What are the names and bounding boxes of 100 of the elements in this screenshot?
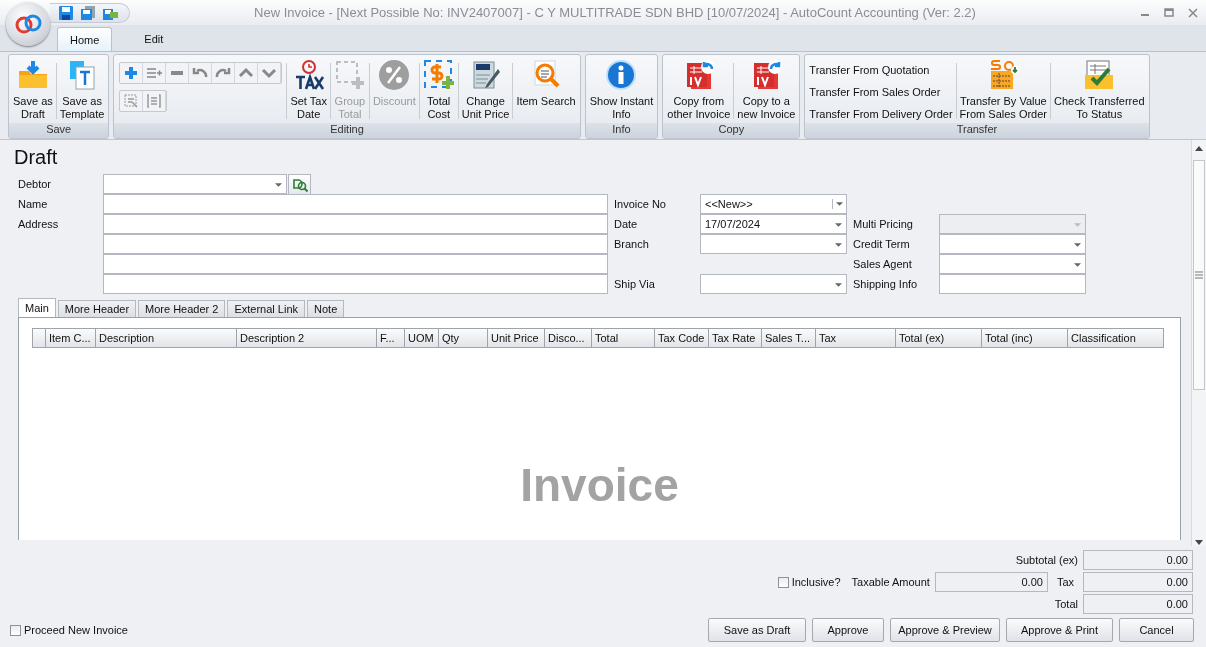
column-header[interactable]: Total (ex) (896, 328, 982, 348)
dropdown-field[interactable] (103, 174, 287, 194)
text-field[interactable] (103, 254, 608, 274)
column-header[interactable]: Qty (439, 328, 488, 348)
ribbon-button[interactable]: Transfer From Delivery Order (807, 104, 955, 123)
ribbon-button[interactable]: Save as Template (57, 57, 107, 123)
total-label: Total (1054, 598, 1078, 610)
caret-icon (835, 223, 842, 227)
amount-field: 0.00 (1083, 594, 1193, 614)
caret-icon (1074, 263, 1081, 267)
ribbon-button[interactable]: Transfer From Sales Order (807, 82, 955, 101)
field-label: Shipping Info (853, 277, 919, 292)
amount-field: 0.00 (1083, 572, 1193, 592)
ribbon-tab[interactable]: Home (57, 27, 113, 51)
grip-icon (1195, 271, 1203, 279)
column-header[interactable]: Classification (1068, 328, 1164, 348)
app-logo-icon[interactable] (6, 2, 50, 46)
maximize-icon[interactable] (1164, 7, 1174, 18)
dropdown-field[interactable] (700, 274, 847, 294)
tab[interactable]: More Header (57, 300, 137, 317)
ribbon-button[interactable]: Transfer By Value From Sales Order (957, 57, 1049, 123)
caret-icon (835, 243, 842, 247)
field-label: Date (614, 217, 639, 232)
dropdown-field[interactable] (700, 234, 847, 254)
column-header[interactable]: Tax (816, 328, 896, 348)
percent-icon (378, 59, 411, 91)
text-field[interactable] (103, 234, 608, 254)
save-icon[interactable] (58, 4, 74, 21)
scroll-down-icon[interactable] (1195, 540, 1203, 545)
ribbon-button[interactable]: Transfer From Quotation (807, 60, 955, 79)
field-label: Credit Term (853, 237, 911, 252)
amount-field: 0.00 (1083, 550, 1193, 570)
text-field[interactable] (939, 274, 1086, 294)
close-icon[interactable] (1188, 7, 1198, 18)
tab[interactable]: External Link (227, 300, 305, 317)
column-header[interactable]: Total (592, 328, 655, 348)
lookup-button[interactable] (288, 174, 311, 195)
scroll-up-icon[interactable] (1195, 146, 1203, 151)
window-title: New Invoice - [Next Possible No: INV2407007] - C Y MULTITRADE SDN BHD [10/07/2024] - AutoCount Accounting (Ver: 2.2) (253, 5, 977, 20)
amount-field: 0.00 (934, 572, 1048, 592)
caret-icon (1074, 223, 1081, 227)
action-button[interactable]: Approve & Print (1006, 618, 1113, 642)
ribbon-button[interactable]: Set Tax Date (288, 57, 329, 123)
proceed-checkbox[interactable]: Proceed New Invoice (10, 624, 128, 636)
dropdown-field[interactable]: <<New>> (700, 194, 847, 214)
dashed-box-plus-icon (333, 59, 366, 91)
tab[interactable]: More Header 2 (138, 300, 226, 317)
row-indicator-header (32, 328, 46, 348)
tab[interactable]: Main (18, 298, 56, 317)
total-label: Subtotal (ex) (1015, 554, 1078, 566)
column-header[interactable]: Sales T... (762, 328, 816, 348)
text-field[interactable] (103, 214, 608, 234)
field-label: Ship Via (614, 277, 656, 292)
grid-empty-text: Invoice (519, 458, 680, 512)
field-label: Address (18, 217, 60, 232)
column-header[interactable]: Description 2 (237, 328, 377, 348)
column-header[interactable]: UOM (405, 328, 439, 348)
ribbon-button[interactable]: Copy from other Invoice (665, 57, 733, 123)
caret-icon (832, 199, 846, 209)
ribbon-button[interactable]: Copy to a new Invoice (735, 57, 798, 123)
text-field[interactable] (103, 194, 608, 214)
column-header[interactable]: Tax Code (655, 328, 709, 348)
dropdown-field[interactable]: 17/07/2024 (700, 214, 847, 234)
action-button[interactable]: Save as Draft (708, 618, 806, 642)
field-label: Multi Pricing (853, 217, 914, 232)
ribbon-button[interactable]: Check Transferred To Status (1052, 57, 1147, 123)
column-header[interactable]: Disco... (545, 328, 592, 348)
tab[interactable]: Note (307, 300, 345, 317)
action-button[interactable]: Approve (812, 618, 884, 642)
group-label: Save (9, 123, 109, 138)
ribbon-button[interactable]: Save as Draft (11, 57, 55, 123)
info-icon (605, 59, 638, 91)
ribbon-tab[interactable]: Edit (132, 27, 176, 51)
column-header[interactable]: Total (inc) (982, 328, 1068, 348)
scroll-thumb[interactable] (1193, 160, 1205, 390)
action-button[interactable]: Approve & Preview (890, 618, 1000, 642)
ribbon-button[interactable]: Item Search (514, 57, 578, 123)
text-field[interactable] (103, 274, 608, 294)
dropdown-field[interactable] (939, 234, 1086, 254)
column-header[interactable]: Description (96, 328, 237, 348)
dropdown-field[interactable] (939, 254, 1086, 274)
action-button[interactable]: Cancel (1119, 618, 1194, 642)
inclusive-checkbox[interactable]: Inclusive? (777, 576, 841, 588)
column-header[interactable]: F... (377, 328, 405, 348)
caret-icon (835, 283, 842, 287)
field-label: Debtor (18, 177, 53, 192)
column-header[interactable]: Item C... (46, 328, 96, 348)
ribbon-button[interactable]: Total Cost (420, 57, 457, 123)
folder-check-icon (1083, 59, 1116, 91)
field-label: Name (18, 197, 49, 212)
save-copy-icon[interactable] (80, 4, 96, 21)
ribbon-button[interactable]: Change Unit Price (459, 57, 512, 123)
column-header[interactable]: Tax Rate (709, 328, 762, 348)
group-label: Transfer (805, 123, 1149, 138)
group-label: Editing (114, 123, 580, 138)
vertical-scrollbar[interactable] (1191, 140, 1206, 546)
ribbon-button[interactable]: Show Instant Info (587, 57, 656, 123)
total-label: Taxable Amount (851, 576, 930, 588)
column-header[interactable]: Unit Price (488, 328, 545, 348)
folder-download-icon (16, 59, 49, 91)
